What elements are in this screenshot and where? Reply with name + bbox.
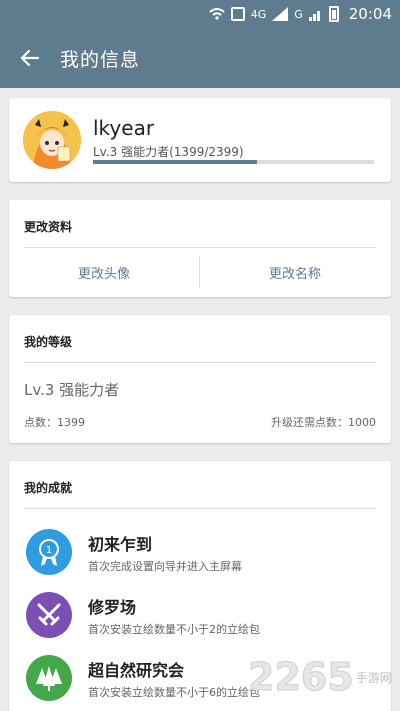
divider [24,362,376,363]
level-card-title: 我的等级 [24,335,73,349]
achievement-name: 初来乍到 [88,535,153,554]
home-signal-icon [230,7,245,21]
points-to-next-level: 升级还需点数：1000 [271,416,376,429]
avatar[interactable] [23,111,81,169]
change-name-button[interactable]: 更改名称 [200,255,390,289]
signal-icon-2 [308,11,320,21]
level-progress-bar [93,160,374,164]
divider [24,247,376,248]
signal-icon [272,7,289,21]
achievement-desc: 首次完成设置向导并进入主屏幕 [88,560,242,573]
achievement-item[interactable]: 超自然研究会 首次安装立绘数量不小于6的立绘包 [24,652,376,711]
level-name: Lv.3 强能力者 [24,381,120,399]
level-progress-fill [93,160,257,164]
avatar-illustration [23,111,81,169]
achievement-badge [26,592,72,638]
battery-icon [328,6,339,22]
achievement-badge: 1 [26,529,72,575]
divider [24,508,376,509]
achievement-name: 修罗场 [88,598,137,617]
achievement-badge [26,655,72,701]
points-value: 点数：1399 [24,416,85,429]
status-bar: 4G G 20:04 [0,0,400,28]
arrow-left-icon [20,49,40,67]
forest-icon [36,666,62,691]
medal-icon: 1 [39,539,59,566]
app-bar: 我的信息 [0,28,400,88]
achievements-title: 我的成就 [24,481,73,495]
wifi-icon [209,8,225,20]
edit-profile-title: 更改资料 [24,220,73,234]
username: lkyear [93,116,155,140]
edit-profile-card: 更改资料 更改头像 更改名称 [9,200,391,297]
back-button[interactable] [0,28,60,88]
level-progress-text: Lv.3 强能力者(1399/2399) [93,145,244,159]
achievement-item[interactable]: 修罗场 首次安装立绘数量不小于2的立绘包 [24,589,376,649]
svg-text:1: 1 [46,545,52,556]
achievement-desc: 首次安装立绘数量不小于6的立绘包 [88,686,260,699]
status-icons: 4G G 20:04 [209,4,392,24]
achievement-desc: 首次安装立绘数量不小于2的立绘包 [88,623,260,636]
page-title: 我的信息 [60,48,141,71]
network-type-label: 4G [250,7,267,21]
achievement-name: 超自然研究会 [88,661,185,680]
achievements-card: 我的成就 1 初来乍到 首次完成设置向导并进入主屏幕 修罗场 首次安装立绘数量不… [9,461,391,711]
network-type-label-2: G [294,7,303,21]
achievement-item[interactable]: 1 初来乍到 首次完成设置向导并进入主屏幕 [24,526,376,586]
level-card: 我的等级 Lv.3 强能力者 点数：1399 升级还需点数：1000 [9,315,391,443]
profile-card: lkyear Lv.3 强能力者(1399/2399) [9,98,391,182]
status-time: 20:04 [348,5,392,23]
change-avatar-button[interactable]: 更改头像 [9,255,199,289]
crossed-swords-icon [37,603,61,626]
